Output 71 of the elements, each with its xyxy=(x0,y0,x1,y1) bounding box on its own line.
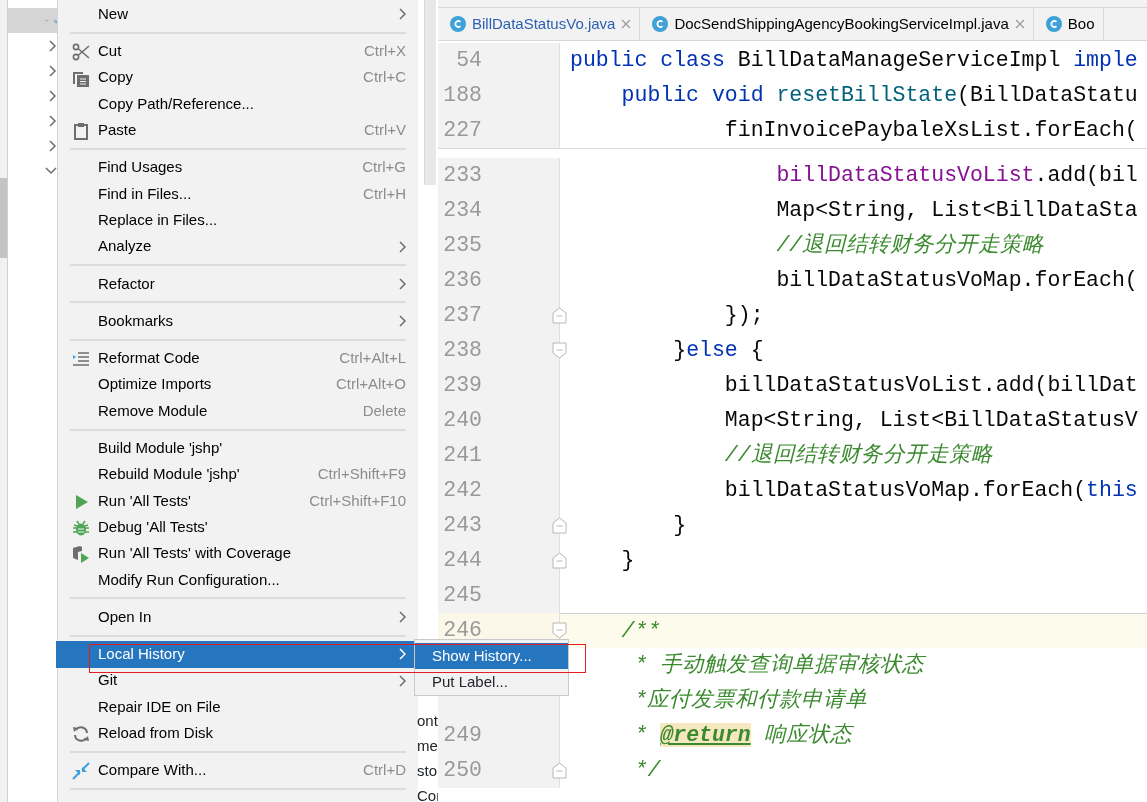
menu-item[interactable]: Copy Ctrl+C xyxy=(58,64,418,91)
tree-item-label: sto xyxy=(417,761,437,781)
code-line: }else { xyxy=(672,337,764,365)
code-line: *应付发票和付款申请单 xyxy=(633,687,868,715)
menu-item[interactable]: Put Label... xyxy=(415,669,568,695)
line-number: 241 xyxy=(442,442,482,470)
line-number: 227 xyxy=(442,117,482,145)
menu-item[interactable]: Open In xyxy=(58,603,418,631)
editor-tab[interactable]: Boo xyxy=(1033,8,1104,40)
menu-item[interactable]: Optimize Imports Ctrl+Alt+O xyxy=(58,371,418,398)
menu-item[interactable]: New xyxy=(58,1,418,28)
menu-item[interactable]: Replace in Files... xyxy=(58,207,418,234)
menu-item[interactable]: Debug 'All Tests' xyxy=(58,514,418,541)
code-line: //退回结转财务分开走策略 xyxy=(775,232,1045,260)
line-number: 243 xyxy=(442,512,482,540)
code-line: public class BillDataManageServiceImpl imple xyxy=(570,47,1138,75)
menu-item[interactable]: Modify Run Configuration... xyxy=(58,566,418,593)
menu-item[interactable]: Run 'All Tests' Ctrl+Shift+F10 xyxy=(58,487,418,515)
code-line: finInvoicePaybaleXsList.forEach( xyxy=(723,117,1138,145)
line-number: 249 xyxy=(442,722,482,750)
code-line: //退回结转财务分开走策略 xyxy=(723,442,993,470)
line-number: 245 xyxy=(442,582,482,610)
menu-item[interactable]: Repair IDE on File xyxy=(58,693,418,721)
code-line: /** xyxy=(620,617,661,645)
code-line: } xyxy=(620,547,635,575)
code-line: Map<String, List<BillDataStatusV xyxy=(723,407,1138,435)
code-line: public void resetBillState(BillDataStatu xyxy=(620,82,1138,110)
code-line: * 手动触发查询单据审核状态 xyxy=(633,652,925,680)
menu-item[interactable]: Find Usages Ctrl+G xyxy=(58,154,418,181)
line-number: 236 xyxy=(442,267,482,295)
line-number: 250 xyxy=(442,757,482,785)
code-line: * @return 响应状态 xyxy=(633,722,852,750)
code-line: */ xyxy=(633,757,661,785)
menu-item[interactable]: Cut Ctrl+X xyxy=(58,38,418,65)
line-number: 54 xyxy=(455,47,482,75)
line-number: 239 xyxy=(442,372,482,400)
menu-item[interactable]: Show History... xyxy=(415,643,568,669)
menu-item[interactable]: Reload from Disk xyxy=(58,720,418,747)
menu-item[interactable]: Analyze xyxy=(58,233,418,260)
line-number: 235 xyxy=(442,232,482,260)
code-line: billDataStatusVoMap.forEach(this xyxy=(723,477,1138,505)
menu-item[interactable]: Bookmarks xyxy=(58,307,418,335)
line-number: 246 xyxy=(442,617,482,645)
menu-item[interactable]: Remove Module Delete xyxy=(58,397,418,425)
line-number: 240 xyxy=(442,407,482,435)
menu-item[interactable]: Rebuild Module 'jshp' Ctrl+Shift+F9 xyxy=(58,461,418,488)
tree-item-label: me xyxy=(417,736,438,756)
code-line: billDataStatusVoList.add(billDat xyxy=(723,372,1138,400)
menu-item[interactable]: Copy Path/Reference... xyxy=(58,90,418,118)
menu-item[interactable]: Refactor xyxy=(58,270,418,297)
code-line: } xyxy=(672,512,687,540)
code-line: billDataStatusVoMap.forEach( xyxy=(775,267,1138,295)
menu-item[interactable]: Build Module 'jshp' xyxy=(58,435,418,462)
tree-item-label: ont xyxy=(417,711,438,731)
code-line: }); xyxy=(723,302,764,330)
line-number: 244 xyxy=(442,547,482,575)
line-number: 233 xyxy=(442,162,482,190)
menu-item[interactable]: Compare With... Ctrl+D xyxy=(58,757,418,784)
menu-item[interactable]: Paste Ctrl+V xyxy=(58,117,418,144)
code-line: billDataStatusVoList.add(bil xyxy=(775,162,1138,190)
line-number: 237 xyxy=(442,302,482,330)
menu-item[interactable]: Git xyxy=(58,667,418,694)
line-number: 188 xyxy=(442,82,482,110)
code-line: Map<String, List<BillDataSta xyxy=(775,197,1138,225)
menu-item[interactable]: Reformat Code Ctrl+Alt+L xyxy=(58,345,418,372)
line-number: 242 xyxy=(442,477,482,505)
editor-tab[interactable]: DocSendShippingAgencyBookingServiceImpl.java xyxy=(640,8,1034,40)
menu-item[interactable]: Find in Files... Ctrl+H xyxy=(58,180,418,208)
line-number: 234 xyxy=(442,197,482,225)
line-number: 238 xyxy=(442,337,482,365)
menu-item[interactable]: Run 'All Tests' with Coverage xyxy=(58,540,418,567)
